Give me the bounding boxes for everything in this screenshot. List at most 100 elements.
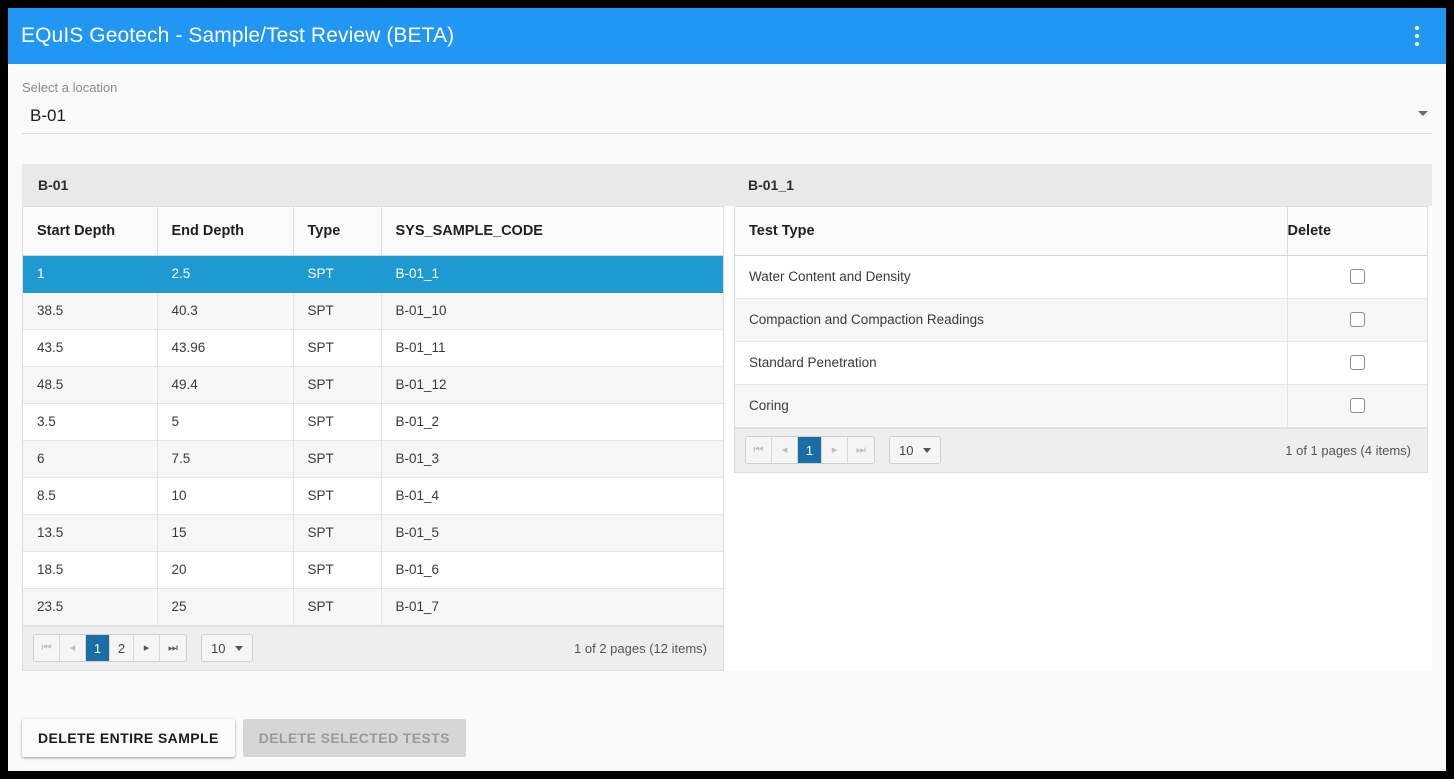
sample-start-depth: 13.5 <box>23 514 157 551</box>
column-header-end-depth[interactable]: End Depth <box>157 207 293 255</box>
table-row[interactable]: 67.5SPTB-01_3 <box>23 440 723 477</box>
sample-end-depth: 10 <box>157 477 293 514</box>
samples-grid: Start Depth End Depth Type SYS_SAMPLE_CO… <box>22 206 724 671</box>
column-header-type[interactable]: Type <box>293 207 381 255</box>
sample-start-depth: 18.5 <box>23 551 157 588</box>
pager-page-2[interactable]: 2 <box>110 635 134 661</box>
samples-table-body: 12.5SPTB-01_138.540.3SPTB-01_1043.543.96… <box>23 255 723 625</box>
sample-code: B-01_4 <box>381 477 723 514</box>
delete-entire-sample-button[interactable]: DELETE ENTIRE SAMPLE <box>22 719 235 757</box>
table-row[interactable]: 3.55SPTB-01_2 <box>23 403 723 440</box>
table-row[interactable]: 8.510SPTB-01_4 <box>23 477 723 514</box>
sample-start-depth: 23.5 <box>23 588 157 625</box>
delete-cell <box>1287 341 1427 384</box>
sample-type: SPT <box>293 403 381 440</box>
column-header-test-type[interactable]: Test Type <box>735 207 1287 255</box>
delete-checkbox[interactable] <box>1350 312 1365 327</box>
tests-page-size-value: 10 <box>899 443 913 458</box>
sample-start-depth: 43.5 <box>23 329 157 366</box>
sample-code: B-01_7 <box>381 588 723 625</box>
column-header-start-depth[interactable]: Start Depth <box>23 207 157 255</box>
table-row[interactable]: 43.543.96SPTB-01_11 <box>23 329 723 366</box>
location-select-group: Select a location B-01 <box>8 64 1446 134</box>
sample-type: SPT <box>293 551 381 588</box>
tests-pager-buttons: ⏮ ◂ 1 ▸ ⏭ <box>745 436 875 464</box>
delete-cell <box>1287 384 1427 427</box>
location-select-label: Select a location <box>22 80 1432 96</box>
sample-type: SPT <box>293 292 381 329</box>
pager-prev-button[interactable]: ◂ <box>60 635 86 661</box>
tests-table-body: Water Content and DensityCompaction and … <box>735 255 1427 427</box>
sample-start-depth: 6 <box>23 440 157 477</box>
samples-header-row: Start Depth End Depth Type SYS_SAMPLE_CO… <box>23 207 723 255</box>
chevron-down-icon <box>235 646 243 651</box>
sample-end-depth: 7.5 <box>157 440 293 477</box>
location-select-value: B-01 <box>22 105 66 127</box>
sample-code: B-01_10 <box>381 292 723 329</box>
sample-code: B-01_6 <box>381 551 723 588</box>
test-type-cell: Standard Penetration <box>735 341 1287 384</box>
column-header-sys-sample-code[interactable]: SYS_SAMPLE_CODE <box>381 207 723 255</box>
table-row[interactable]: Coring <box>735 384 1427 427</box>
sample-type: SPT <box>293 588 381 625</box>
tests-grid: Test Type Delete Water Content and Densi… <box>734 206 1428 473</box>
kebab-dot-3 <box>1415 42 1419 46</box>
delete-checkbox[interactable] <box>1350 355 1365 370</box>
sample-start-depth: 38.5 <box>23 292 157 329</box>
panels-container: B-01 B-01_1 Start Depth End Depth Type S… <box>22 164 1432 671</box>
sample-end-depth: 20 <box>157 551 293 588</box>
sample-type: SPT <box>293 255 381 292</box>
location-select[interactable]: B-01 <box>22 105 1432 134</box>
chevron-down-icon <box>923 448 931 453</box>
table-row[interactable]: 48.549.4SPTB-01_12 <box>23 366 723 403</box>
test-type-cell: Coring <box>735 384 1287 427</box>
sample-end-depth: 25 <box>157 588 293 625</box>
sample-end-depth: 49.4 <box>157 366 293 403</box>
tests-table: Test Type Delete Water Content and Densi… <box>735 207 1427 428</box>
table-row[interactable]: 38.540.3SPTB-01_10 <box>23 292 723 329</box>
pager-next-button[interactable]: ▸ <box>134 635 160 661</box>
sample-start-depth: 8.5 <box>23 477 157 514</box>
table-row[interactable]: 23.525SPTB-01_7 <box>23 588 723 625</box>
samples-table: Start Depth End Depth Type SYS_SAMPLE_CO… <box>23 207 723 626</box>
table-row[interactable]: 12.5SPTB-01_1 <box>23 255 723 292</box>
delete-cell <box>1287 298 1427 341</box>
action-buttons: DELETE ENTIRE SAMPLE DELETE SELECTED TES… <box>22 719 466 757</box>
pager-last-button[interactable]: ⏭ <box>160 635 186 661</box>
table-row[interactable]: 18.520SPTB-01_6 <box>23 551 723 588</box>
samples-page-size-value: 10 <box>211 641 225 656</box>
samples-pager-buttons: ⏮ ◂ 1 2 ▸ ⏭ <box>33 634 187 662</box>
tests-pager-next-button[interactable]: ▸ <box>822 437 848 463</box>
sample-type: SPT <box>293 477 381 514</box>
sample-code: B-01_12 <box>381 366 723 403</box>
sample-end-depth: 43.96 <box>157 329 293 366</box>
sample-type: SPT <box>293 440 381 477</box>
tests-pager-page-1[interactable]: 1 <box>798 437 822 463</box>
delete-checkbox[interactable] <box>1350 398 1365 413</box>
kebab-menu-icon[interactable] <box>1402 16 1432 56</box>
table-row[interactable]: 13.515SPTB-01_5 <box>23 514 723 551</box>
delete-checkbox[interactable] <box>1350 269 1365 284</box>
app-bar: EQuIS Geotech - Sample/Test Review (BETA… <box>8 8 1446 64</box>
tests-pager-prev-button[interactable]: ◂ <box>772 437 798 463</box>
sample-start-depth: 48.5 <box>23 366 157 403</box>
kebab-dot-2 <box>1415 34 1419 38</box>
table-row[interactable]: Water Content and Density <box>735 255 1427 298</box>
table-row[interactable]: Standard Penetration <box>735 341 1427 384</box>
test-type-cell: Compaction and Compaction Readings <box>735 298 1287 341</box>
tests-page-size-select[interactable]: 10 <box>889 436 941 464</box>
pager-first-button[interactable]: ⏮ <box>34 635 60 661</box>
sample-code: B-01_5 <box>381 514 723 551</box>
table-row[interactable]: Compaction and Compaction Readings <box>735 298 1427 341</box>
sample-end-depth: 40.3 <box>157 292 293 329</box>
sample-start-depth: 1 <box>23 255 157 292</box>
test-type-cell: Water Content and Density <box>735 255 1287 298</box>
samples-page-size-select[interactable]: 10 <box>201 634 253 662</box>
tests-panel-title: B-01_1 <box>732 177 1432 193</box>
tests-pager-last-button[interactable]: ⏭ <box>848 437 874 463</box>
sample-end-depth: 15 <box>157 514 293 551</box>
column-header-delete[interactable]: Delete <box>1287 207 1427 255</box>
tests-pager-first-button[interactable]: ⏮ <box>746 437 772 463</box>
pager-page-1[interactable]: 1 <box>86 635 110 661</box>
chevron-down-icon <box>1418 111 1428 116</box>
